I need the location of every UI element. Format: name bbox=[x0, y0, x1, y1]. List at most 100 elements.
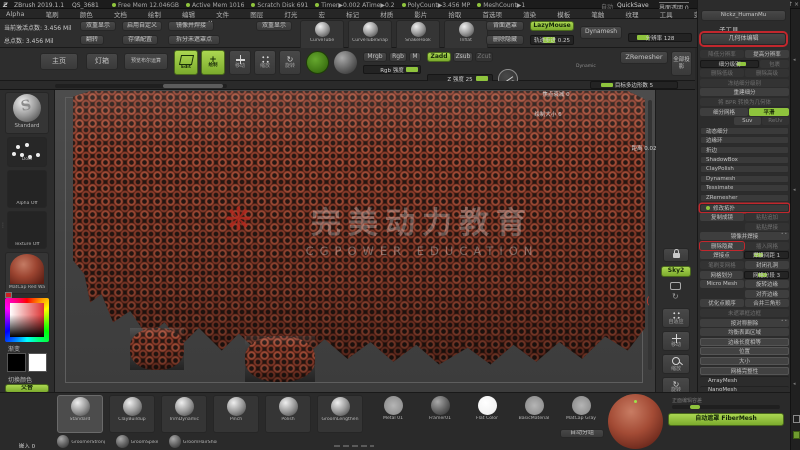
menu-item[interactable]: Alpha bbox=[6, 10, 24, 18]
panel-button[interactable]: ShadowBox bbox=[700, 156, 789, 164]
panel-button[interactable]: 删除隐藏 bbox=[700, 242, 744, 250]
shelf-brush-thumbnail[interactable]: SnakeHook bbox=[396, 20, 440, 50]
menu-item[interactable]: 文档 bbox=[114, 9, 127, 19]
panel-button[interactable]: ReUv bbox=[762, 117, 789, 125]
zoom-view-button[interactable]: 缩放 bbox=[662, 354, 690, 374]
texture-thumbnail[interactable]: Texture Off bbox=[7, 211, 47, 249]
tray-brush-thumbnail[interactable]: TrimDynamic bbox=[161, 395, 207, 433]
menu-item[interactable]: 模板 bbox=[557, 9, 570, 19]
left-edge-handle[interactable]: ⋮ bbox=[0, 222, 6, 229]
menu-item[interactable]: 颜色 bbox=[80, 9, 93, 19]
front-tolerance-slider[interactable] bbox=[672, 405, 780, 409]
material-thumbnail[interactable]: BasicMaterial bbox=[513, 395, 555, 431]
main-color-swatch[interactable] bbox=[7, 353, 26, 372]
edit-mode-button[interactable]: Edit bbox=[174, 50, 198, 75]
gradient-label[interactable]: 渐变 bbox=[8, 344, 20, 353]
tray-resize-dashes[interactable] bbox=[334, 445, 374, 447]
panel-button[interactable]: 粘贴追加 bbox=[745, 213, 789, 221]
alt-color-swatch[interactable] bbox=[28, 353, 47, 372]
divider-bracket-icon[interactable]: ( bbox=[646, 296, 650, 307]
panel-button[interactable]: 平滑 bbox=[749, 108, 789, 116]
menu-item[interactable]: 工具 bbox=[660, 9, 673, 19]
menu-item[interactable]: 宏 bbox=[318, 9, 325, 19]
dock-perspective-icon[interactable] bbox=[793, 415, 800, 423]
tray-brush-thumbnail[interactable]: Polish bbox=[265, 395, 311, 433]
material-thumbnail[interactable]: Flat Color bbox=[466, 395, 508, 431]
del-hidden-button[interactable]: 删除隐藏 bbox=[486, 35, 524, 45]
zcut-button[interactable]: Zcut bbox=[475, 52, 493, 62]
panel-button[interactable]: 插入网格 bbox=[745, 242, 789, 250]
panel-button[interactable]: 网格完整性 bbox=[700, 367, 789, 375]
tray-brush-thumbnail[interactable]: Pinch bbox=[213, 395, 259, 433]
panel-button[interactable]: 修改拓扑 bbox=[700, 204, 789, 212]
panel-button[interactable]: 均衡表面区域 bbox=[700, 328, 789, 336]
panel-button[interactable]: 按对称删除 bbox=[700, 319, 789, 327]
lock-camera-button[interactable] bbox=[663, 248, 689, 262]
menu-item[interactable]: 编辑 bbox=[182, 9, 195, 19]
close-icon[interactable]: × bbox=[794, 1, 799, 8]
refresh-icon[interactable]: ↻ bbox=[672, 292, 679, 301]
tray-brush-thumbnail[interactable]: Standard bbox=[57, 395, 103, 433]
dock-arrow-icon[interactable]: ◂ bbox=[793, 57, 796, 63]
panel-button[interactable]: ClayPolish bbox=[700, 165, 789, 173]
material-thumbnail[interactable]: Metal 01 bbox=[372, 395, 414, 431]
flip-button[interactable]: 翻转 bbox=[80, 35, 104, 45]
menu-item[interactable]: 拾取 bbox=[448, 9, 461, 19]
panel-button[interactable]: 细分网格 bbox=[700, 108, 748, 116]
split-unmasked-button[interactable]: 拆分未遮罩点 bbox=[168, 35, 220, 45]
mrgb-button[interactable]: Mrgb bbox=[363, 52, 387, 62]
m-button[interactable]: M bbox=[409, 52, 421, 62]
menu-item[interactable]: 材质 bbox=[380, 9, 393, 19]
frame-view-button[interactable]: 自适应 bbox=[662, 308, 690, 328]
current-stroke-thumbnail[interactable]: Dots bbox=[7, 137, 47, 167]
chat-icon[interactable] bbox=[670, 282, 681, 290]
scrollbar-thumb[interactable] bbox=[163, 84, 223, 88]
menu-item[interactable]: 渲染 bbox=[523, 9, 536, 19]
menu-item[interactable]: 首选项 bbox=[483, 9, 503, 19]
dynamesh-button[interactable]: Dynamesh bbox=[580, 26, 622, 39]
panel-button[interactable]: Dynamesh bbox=[700, 175, 789, 183]
double-display-button-2[interactable]: 双重显示 bbox=[256, 21, 292, 31]
menu-item[interactable]: 影片 bbox=[414, 9, 427, 19]
dock-polyframe-icon[interactable] bbox=[793, 431, 800, 439]
active-tool-button[interactable]: Nickz_HumanMu bbox=[701, 10, 786, 21]
lazy-step-slider[interactable]: 轨迹步进 0.25 bbox=[530, 35, 574, 45]
lazymouse-button[interactable]: LazyMouse bbox=[530, 21, 574, 31]
alpha-thumbnail[interactable]: Alpha Off bbox=[7, 170, 47, 208]
horizontal-scrollbar[interactable] bbox=[55, 84, 227, 88]
resolution-slider[interactable]: 分辨率 128 bbox=[628, 33, 692, 42]
target-polygons-slider[interactable]: 目标多边形数 5 bbox=[590, 81, 678, 89]
menu-item[interactable]: 笔触 bbox=[591, 9, 604, 19]
color-square[interactable] bbox=[10, 303, 44, 337]
panel-button[interactable]: 封闭孔洞 bbox=[745, 261, 789, 269]
panel-button[interactable]: 提高分辨率 bbox=[745, 50, 789, 58]
panel-button[interactable]: 降低分辨率 bbox=[700, 50, 744, 58]
panel-slider[interactable]: 细分级别 bbox=[700, 60, 759, 68]
chainmail-hanging-cluster[interactable] bbox=[130, 328, 184, 370]
menu-item[interactable]: 文件 bbox=[216, 9, 229, 19]
backface-mask-button[interactable]: 背面遮罩 bbox=[486, 21, 524, 31]
panel-button[interactable]: 冻结细分级别 bbox=[700, 79, 789, 87]
menu-item[interactable]: 笔刷 bbox=[46, 9, 59, 19]
scale-mode-button[interactable]: 缩放 bbox=[254, 50, 276, 75]
panel-slider[interactable]: 网格分段 3 bbox=[744, 271, 789, 279]
panel-button[interactable]: 旋转边缘 bbox=[745, 280, 789, 288]
tray-brush-thumbnail[interactable]: ClayBuildup bbox=[109, 395, 155, 433]
home-button[interactable]: 主页 bbox=[40, 53, 78, 70]
panel-button[interactable]: 焊接点 bbox=[700, 251, 743, 259]
active-color-swatch[interactable] bbox=[306, 51, 329, 74]
panel-button[interactable]: Tessimate bbox=[700, 184, 789, 192]
panel-button[interactable]: 复制成镜 bbox=[700, 213, 744, 221]
panel-button[interactable]: 未遮罩框边框 bbox=[700, 309, 789, 317]
zremesher-button[interactable]: ZRemesher bbox=[620, 51, 668, 64]
panel-button[interactable]: 重建细分 bbox=[700, 88, 789, 96]
material-thumbnail[interactable]: MatCap Gray bbox=[560, 395, 602, 431]
panel-button[interactable]: ZRemesher bbox=[700, 194, 789, 202]
switch-color-label[interactable]: 切换颜色 bbox=[8, 375, 32, 384]
panel-button[interactable]: ArrayMesh bbox=[700, 376, 789, 384]
automask-fibermesh-button[interactable]: 自动遮罩 FiberMesh bbox=[668, 413, 784, 426]
auto-group-button[interactable]: 自动分组 bbox=[560, 429, 604, 438]
zadd-button[interactable]: Zadd bbox=[427, 52, 451, 62]
dock-arrow-icon[interactable]: ◂ bbox=[793, 381, 796, 387]
double-display-button[interactable]: 双重显示 bbox=[80, 21, 116, 31]
